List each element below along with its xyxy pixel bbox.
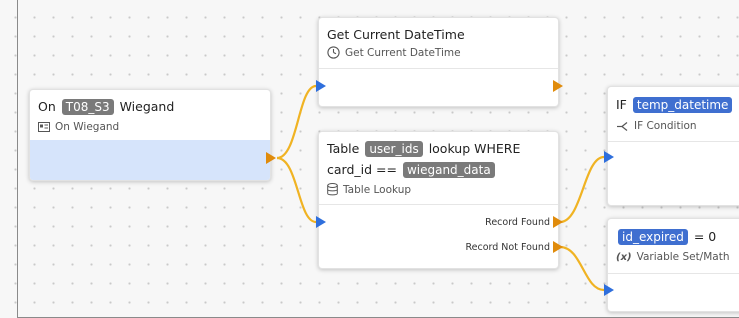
input-port-arrow[interactable] xyxy=(316,216,326,228)
output-port-record-found[interactable] xyxy=(553,216,563,228)
node-on-wiegand[interactable]: On T08_S3 Wiegand On Wiegand xyxy=(29,89,271,181)
title-prefix: IF xyxy=(616,97,627,112)
table-pill: user_ids xyxy=(365,141,423,157)
node-table-lookup[interactable]: Table user_ids lookup WHERE card_id == w… xyxy=(318,131,559,269)
node-subtitle: IF Condition xyxy=(616,120,697,132)
condition-prefix: card_id == xyxy=(327,162,397,177)
wire-notfound-to-set xyxy=(559,245,605,292)
output-port-arrow[interactable] xyxy=(266,152,276,164)
subtitle-text: Get Current DateTime xyxy=(345,46,461,59)
database-icon xyxy=(327,183,338,196)
device-pill: T08_S3 xyxy=(61,99,114,115)
title-prefix: On xyxy=(38,99,56,114)
node-subtitle: (x) Variable Set/Math xyxy=(616,251,730,263)
port-label-record-found: Record Found xyxy=(485,217,550,228)
variable-icon: (x) xyxy=(616,251,632,263)
node-title: On T08_S3 Wiegand xyxy=(38,99,174,115)
title-suffix: = 0 xyxy=(693,229,717,244)
node-title: id_expired = 0 xyxy=(616,229,716,245)
wiegand-event-icon xyxy=(38,122,50,132)
variable-pill: temp_datetime xyxy=(632,97,733,113)
title-prefix: Table xyxy=(327,141,360,156)
node-subtitle: On Wiegand xyxy=(38,121,119,133)
title-suffix: Wiegand xyxy=(119,99,175,114)
node-title-line2: card_id == wiegand_data xyxy=(327,162,497,178)
branch-icon xyxy=(617,121,628,131)
node-divider xyxy=(608,141,739,142)
output-port-arrow[interactable] xyxy=(553,80,563,92)
subtitle-text: IF Condition xyxy=(634,120,697,132)
input-port-arrow[interactable] xyxy=(604,284,614,296)
wire-found-to-if xyxy=(559,155,605,224)
node-selected-highlight xyxy=(30,140,270,180)
node-title-line1: Table user_ids lookup WHERE xyxy=(327,141,520,157)
wire-wiegand-to-datetime xyxy=(276,84,317,160)
node-divider xyxy=(608,273,739,274)
variable-pill: wiegand_data xyxy=(402,162,495,178)
output-port-record-not-found[interactable] xyxy=(553,241,563,253)
input-port-arrow[interactable] xyxy=(316,80,326,92)
subtitle-text: On Wiegand xyxy=(55,121,120,133)
node-get-current-datetime[interactable]: Get Current DateTime Get Current DateTim… xyxy=(318,17,559,107)
node-if-condition[interactable]: IF temp_datetime < IF Condition xyxy=(607,86,739,206)
wire-wiegand-to-lookup xyxy=(276,156,317,224)
node-subtitle: Table Lookup xyxy=(327,183,411,196)
port-label-record-not-found: Record Not Found xyxy=(465,242,550,253)
clock-icon xyxy=(327,46,340,59)
node-divider xyxy=(319,68,558,69)
title-suffix: lookup WHERE xyxy=(428,141,521,156)
node-title: IF temp_datetime < xyxy=(616,97,739,113)
node-subtitle: Get Current DateTime xyxy=(327,46,461,59)
subtitle-text: Variable Set/Math xyxy=(636,251,730,263)
node-divider xyxy=(319,204,558,205)
node-variable-set-math[interactable]: id_expired = 0 (x) Variable Set/Math xyxy=(607,218,739,312)
node-title: Get Current DateTime xyxy=(327,27,465,42)
input-port-arrow[interactable] xyxy=(604,151,614,163)
variable-pill: id_expired xyxy=(618,229,688,245)
subtitle-text: Table Lookup xyxy=(343,183,412,196)
